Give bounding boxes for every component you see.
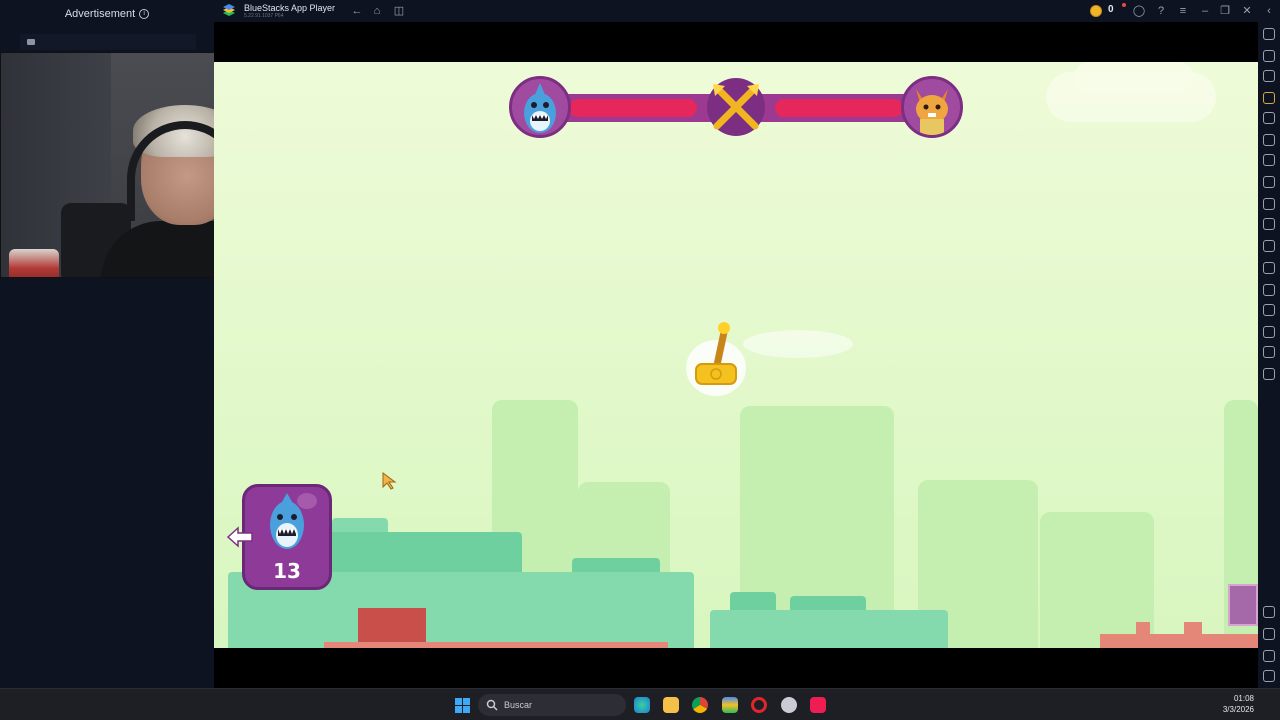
cloud [1074,62,1194,92]
eco-mode-icon[interactable] [1263,304,1275,316]
back-arrow-icon[interactable] [226,526,254,548]
letterbox-top [214,22,1258,62]
fullscreen-icon[interactable] [1263,28,1275,40]
rotate-icon[interactable] [1263,154,1275,166]
minimize-icon[interactable]: – [1198,4,1212,18]
macro-icon[interactable] [1263,112,1275,124]
clock-date: 3/3/2026 [1222,705,1254,714]
back-icon[interactable]: ← [350,4,364,18]
folder-icon[interactable] [1263,284,1275,296]
clock-time: 01:08 [1233,694,1254,703]
app-title: BlueStacks App Player [244,3,336,13]
android-home-icon[interactable] [1263,650,1275,662]
opponent-health-fill [775,99,903,117]
crossed-swords-icon [707,78,765,136]
ad-badge-icon [27,39,35,45]
mouse-cursor-icon [382,472,397,490]
bluestacks-logo-icon [223,4,235,16]
building [710,610,948,648]
search-icon [486,699,498,711]
performance-icon[interactable] [1263,176,1275,188]
building [324,532,522,572]
building [730,592,776,610]
app-version: 5.22.91.1037 P64 [244,13,284,19]
sync-icon[interactable] [1263,134,1275,146]
replay-icon[interactable] [1263,368,1275,380]
gallery-icon[interactable] [1263,240,1275,252]
record-icon[interactable] [1263,218,1275,230]
location-icon[interactable] [1263,326,1275,338]
multi-instance-icon[interactable]: ◫ [392,4,406,18]
player-health-fill [569,99,697,117]
ad-slot[interactable] [20,34,196,50]
letterbox-bottom [214,648,1258,688]
android-back-icon[interactable] [1263,628,1275,640]
keyboard-icon[interactable] [1263,92,1275,104]
shark-avatar-art [524,83,556,133]
media-icon[interactable] [1263,70,1275,82]
install-apk-icon[interactable] [1263,262,1275,274]
windows-start-icon[interactable] [455,698,470,713]
bluestacks-side-toolbar [1258,22,1280,688]
building [572,558,660,572]
chimney [1136,622,1150,636]
help-icon[interactable]: ? [1154,4,1168,18]
account-icon[interactable]: ◯ [1132,4,1146,18]
ad-label: Advertisement [64,8,136,20]
red-rooftop [1100,634,1258,648]
coin-icon[interactable] [1090,5,1102,17]
game-canvas[interactable]: 13 [214,62,1258,648]
chrome-icon[interactable] [692,697,708,713]
menu-icon[interactable]: ≡ [1176,4,1190,18]
shark-icon [509,76,571,138]
layers-icon[interactable] [1263,346,1275,358]
ad-header: Advertisement i [0,0,214,28]
info-icon[interactable]: i [139,9,150,19]
shark-icon [270,493,317,549]
cat-warrior-icon [901,76,963,138]
bluestacks-icon[interactable] [722,697,738,713]
sign-board [1228,584,1258,626]
screenshot-icon[interactable] [1263,198,1275,210]
collapse-icon[interactable]: ‹ [1262,4,1276,18]
recent-apps-icon[interactable] [1263,670,1275,682]
taskbar-clock[interactable]: 01:08 3/3/2026 [1204,693,1254,715]
swords-art [713,84,759,130]
opera-icon[interactable] [751,697,767,713]
desktop-screen: Advertisement i BlueStacks App Player 5.… [0,0,1280,720]
restore-icon[interactable]: ❐ [1218,4,1232,18]
edge-icon[interactable] [634,697,650,713]
bluestacks-titlebar: BlueStacks App Player 5.22.91.1037 P64 ←… [214,0,1280,22]
chimney [1184,622,1202,636]
building [790,596,866,610]
hammer-icon [678,314,853,404]
home-icon[interactable]: ⌂ [370,4,384,18]
taskbar-search-box[interactable]: Buscar [478,694,626,716]
coin-count: 0 [1108,4,1114,15]
player-card[interactable]: 13 [242,484,332,590]
notification-dot [1122,3,1126,7]
cat-avatar-art [916,89,948,135]
file-explorer-icon[interactable] [663,697,679,713]
hammer-art [686,322,853,396]
volume-icon[interactable] [1263,50,1275,62]
windows-taskbar: Buscar 01:08 3/3/2026 [0,688,1280,720]
close-icon[interactable]: ✕ [1240,4,1254,18]
player-card-count: 13 [273,559,301,583]
health-bar-panel [509,76,963,138]
settings-icon[interactable] [1263,606,1275,618]
cup-icon [9,249,59,277]
search-placeholder: Buscar [504,700,533,710]
red-building [358,608,426,644]
steam-icon[interactable] [781,697,797,713]
building [332,518,388,532]
tiktok-icon[interactable] [810,697,826,713]
